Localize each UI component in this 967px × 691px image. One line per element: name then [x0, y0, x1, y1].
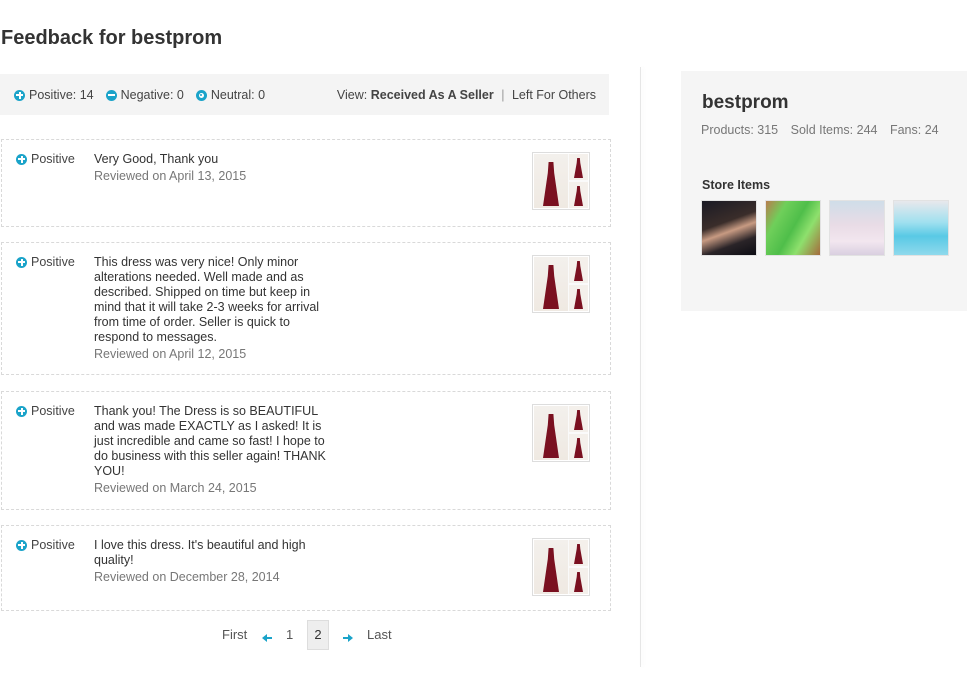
column-divider [640, 67, 641, 667]
last-page-link[interactable]: Last [367, 627, 392, 642]
first-page-link[interactable]: First [222, 627, 247, 642]
previous-page-arrow-icon[interactable] [262, 630, 272, 645]
feedback-summary-bar: Positive: 14 Negative: 0 Neutral: 0 View… [0, 74, 609, 115]
review-rating: Positive [16, 152, 75, 166]
review-text: Thank you! The Dress is so BEAUTIFUL and… [94, 404, 326, 478]
review-date: Reviewed on April 13, 2015 [94, 169, 247, 183]
review-content: I love this dress. It's beautiful and hi… [94, 538, 334, 585]
neutral-count-label: Neutral: 0 [210, 88, 266, 102]
product-thumbnail[interactable] [532, 404, 590, 462]
neutral-count[interactable]: Neutral: 0 [195, 88, 266, 102]
review-text: I love this dress. It's beautiful and hi… [94, 538, 306, 567]
review-rating-label: Positive [31, 404, 75, 418]
review-rating-label: Positive [31, 538, 75, 552]
red-dress-image [534, 540, 588, 594]
plus-circle-icon [16, 153, 27, 165]
plus-circle-icon [16, 405, 27, 417]
product-thumbnail[interactable] [532, 255, 590, 313]
store-products-count: Products: 315 [701, 123, 779, 137]
review-content: Very Good, Thank you Reviewed on April 1… [94, 152, 334, 184]
view-label: View: [336, 88, 368, 102]
plus-circle-icon [16, 256, 27, 268]
pagination: First 1 2 Last [0, 620, 610, 650]
negative-count[interactable]: Negative: 0 [105, 88, 184, 102]
positive-count[interactable]: Positive: 14 [14, 88, 94, 102]
store-item-thumbnail[interactable] [829, 200, 885, 256]
red-dress-image [534, 406, 588, 460]
review-date: Reviewed on April 12, 2015 [94, 347, 247, 361]
product-thumbnail[interactable] [532, 152, 590, 210]
red-dress-image [534, 257, 588, 311]
review-item: Positive This dress was very nice! Only … [1, 242, 611, 375]
review-date: Reviewed on March 24, 2015 [94, 481, 257, 495]
store-sidebar: bestprom Products: 315 Sold Items: 244 F… [681, 71, 967, 311]
review-rating-label: Positive [31, 152, 75, 166]
review-item: Positive Very Good, Thank you Reviewed o… [1, 139, 611, 227]
positive-count-label: Positive: 14 [29, 88, 94, 102]
store-items-heading: Store Items [702, 178, 771, 192]
review-rating: Positive [16, 255, 75, 269]
negative-count-label: Negative: 0 [120, 88, 184, 102]
store-item-thumbnail[interactable] [893, 200, 949, 256]
review-item: Positive I love this dress. It's beautif… [1, 525, 611, 611]
red-dress-image [534, 154, 588, 208]
store-item-thumbnail[interactable] [701, 200, 757, 256]
store-name[interactable]: bestprom [702, 92, 789, 114]
view-separator: | [501, 88, 505, 102]
review-date: Reviewed on December 28, 2014 [94, 570, 280, 584]
plus-circle-icon [14, 89, 25, 101]
view-left-for-others-link[interactable]: Left For Others [512, 88, 596, 102]
review-text: This dress was very nice! Only minor alt… [94, 255, 320, 344]
page-title: Feedback for bestprom [1, 27, 223, 49]
minus-circle-icon [105, 89, 117, 101]
page-1-link[interactable]: 1 [286, 627, 293, 642]
view-received-as-seller[interactable]: Received As A Seller [371, 88, 494, 102]
review-rating: Positive [16, 538, 75, 552]
next-page-arrow-icon[interactable] [343, 630, 353, 645]
rating-counts: Positive: 14 Negative: 0 Neutral: 0 [14, 88, 277, 102]
store-sold-items-count: Sold Items: 244 [790, 123, 878, 137]
review-content: Thank you! The Dress is so BEAUTIFUL and… [94, 404, 334, 496]
store-item-thumbnail[interactable] [765, 200, 821, 256]
store-fans-count: Fans: 24 [889, 123, 939, 137]
review-text: Very Good, Thank you [94, 152, 219, 166]
review-rating-label: Positive [31, 255, 75, 269]
review-content: This dress was very nice! Only minor alt… [94, 255, 334, 362]
store-stats: Products: 315 Sold Items: 244 Fans: 24 [701, 123, 948, 137]
plus-circle-icon [16, 539, 27, 551]
review-rating: Positive [16, 404, 75, 418]
view-filter: View: Received As A Seller | Left For Ot… [337, 88, 596, 102]
product-thumbnail[interactable] [532, 538, 590, 596]
neutral-circle-icon [195, 89, 207, 101]
review-item: Positive Thank you! The Dress is so BEAU… [1, 391, 611, 510]
page-2-current[interactable]: 2 [307, 620, 329, 650]
